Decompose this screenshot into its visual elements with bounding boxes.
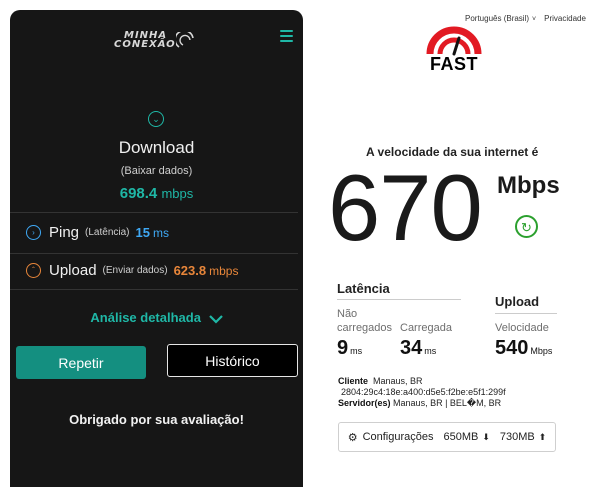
settings-label: Configurações (362, 431, 434, 443)
unloaded-label-line-1: Não (337, 308, 358, 320)
download-unit: mbps (161, 186, 194, 201)
upload-unit: mbps (209, 263, 239, 278)
client-ip: 2804:29c4:18e:a400:d5e5:f2be:e5f1:299f (341, 387, 506, 397)
client-label: Cliente (338, 376, 369, 386)
unloaded-label-line-2: carregados (337, 322, 393, 334)
ping-label: Ping (49, 224, 80, 241)
divider (337, 299, 461, 300)
latency-title: Latência (337, 281, 390, 296)
client-location: Manaus, BR (373, 376, 423, 386)
hamburger-menu-icon[interactable] (280, 30, 293, 42)
thanks-message: Obrigado por sua avaliação! (69, 412, 244, 427)
historico-button[interactable]: Histórico (167, 344, 298, 377)
server-line: Servidor(es) Manaus, BR | BEL�M, BR (338, 398, 501, 409)
minha-conexao-panel: MINHA CONEXÃO ⌄ Download (Baixar dados) … (10, 10, 303, 487)
latency-unloaded-value: 9 ms (337, 337, 362, 360)
latency-unloaded-label: Não carregados (337, 307, 392, 335)
chevron-right-icon: › (26, 225, 41, 240)
upload-unit: Mbps (530, 346, 553, 356)
chevron-up-icon: ˆ (26, 263, 41, 278)
ping-value: 15 (135, 225, 150, 240)
fast-logo-text: FAST (429, 54, 478, 74)
upload-speed-value: 540 Mbps (495, 337, 552, 360)
ping-row[interactable]: › Ping (Latência) 15 ms (26, 224, 169, 241)
upload-subtitle: (Enviar dados) (102, 265, 168, 276)
server-value: Manaus, BR | BEL�M, BR (393, 398, 502, 408)
unloaded-number: 9 (337, 337, 349, 359)
settings-button[interactable]: ⚙ Configurações 650MB ⬇ 730MB ⬆ (338, 422, 556, 452)
download-title: Download (118, 138, 195, 157)
download-size: 650MB (443, 431, 479, 443)
upload-size: 730MB (499, 431, 535, 443)
analise-detalhada-link[interactable]: Análise detalhada (10, 310, 303, 325)
latency-loaded-value: 34 ms (400, 337, 436, 360)
chevron-down-icon (208, 314, 223, 324)
download-value: 698.4 mbps (10, 185, 303, 202)
privacy-link[interactable]: Privacidade (544, 14, 586, 23)
divider (10, 212, 298, 213)
unloaded-unit: ms (350, 346, 363, 356)
repetir-button[interactable]: Repetir (16, 346, 146, 379)
download-subtitle: (Baixar dados) (120, 165, 193, 177)
analise-label: Análise detalhada (90, 310, 201, 325)
latency-loaded-label: Carregada (400, 322, 452, 334)
speed-unit: Mbps (497, 172, 560, 199)
speed-value: 670 (328, 155, 483, 260)
loaded-number: 34 (400, 337, 423, 359)
server-label: Servidor(es) (338, 398, 391, 408)
signal-swoosh-icon (176, 32, 194, 48)
upload-title: Upload (495, 294, 540, 309)
divider (10, 253, 298, 254)
logo-line-2: CONEXÃO (114, 39, 176, 50)
divider (495, 313, 557, 314)
download-number: 698.4 (119, 185, 158, 202)
divider (10, 289, 298, 290)
loaded-unit: ms (424, 346, 437, 356)
upload-speed-label: Velocidade (495, 322, 549, 334)
upload-number: 540 (495, 337, 529, 359)
client-line: Cliente Manaus, BR (338, 376, 423, 386)
upload-icon: ⬆ (538, 431, 547, 442)
download-icon: ⬇ (482, 431, 490, 442)
chevron-down-icon[interactable]: ⌄ (148, 111, 164, 127)
ping-unit: ms (152, 225, 169, 240)
ping-subtitle: (Latência) (85, 227, 130, 238)
minha-conexao-logo: MINHA CONEXÃO (114, 28, 196, 52)
upload-row[interactable]: ˆ Upload (Enviar dados) 623.8 mbps (26, 262, 238, 279)
upload-label: Upload (49, 262, 97, 279)
upload-value: 623.8 (173, 263, 207, 278)
chevron-down-icon[interactable]: ˅ (532, 16, 536, 23)
gear-icon: ⚙ (347, 431, 358, 444)
refresh-icon[interactable]: ↻ (515, 215, 538, 238)
